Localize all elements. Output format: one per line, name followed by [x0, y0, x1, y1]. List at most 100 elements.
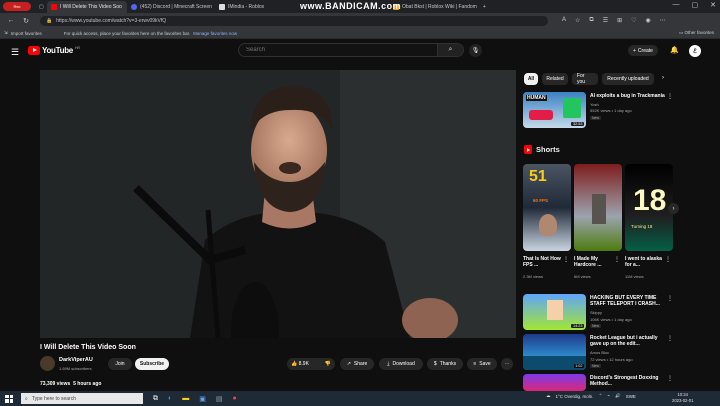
volume-icon[interactable]: 🔊: [615, 393, 621, 399]
edge-icon[interactable]: ◐: [168, 395, 172, 403]
video-item-title[interactable]: Rocket League but i actually gave up on t…: [590, 335, 666, 347]
short-thumbnail[interactable]: 51 60 FPS: [523, 164, 571, 251]
reload-icon[interactable]: ↻: [22, 17, 30, 25]
plus-icon: +: [483, 4, 486, 10]
other-favorites[interactable]: ▭ Other favorites: [679, 30, 714, 36]
channel-avatar[interactable]: [40, 356, 55, 371]
windows-start-icon[interactable]: [5, 394, 13, 403]
short-title[interactable]: I went to alaska for a...: [625, 256, 665, 268]
minimize-icon[interactable]: —: [673, 1, 680, 9]
microphone-icon[interactable]: 🎙: [469, 44, 482, 57]
bell-icon[interactable]: 🔔: [670, 46, 679, 54]
browser-toolbar-icons: A ☆ ⧉ ☰ ⊞ ♡ ◉ ⋯: [562, 17, 666, 24]
tab-roblox[interactable]: IMindia - Roblox: [215, 1, 277, 13]
kebab-menu-icon[interactable]: ⋮: [667, 295, 673, 302]
video-item-channel[interactable]: Amos Bloc: [590, 350, 609, 355]
shorts-heading: Shorts: [524, 145, 560, 154]
thanks-button[interactable]: $ Thanks: [427, 358, 463, 370]
kebab-menu-icon[interactable]: ⋮: [614, 256, 620, 263]
thumbs-up-icon: 👍: [291, 361, 299, 367]
channel-name[interactable]: DarkViperAU: [59, 357, 93, 363]
subscribe-button[interactable]: Subscribe: [135, 358, 169, 370]
thumbnail[interactable]: 14:23: [523, 294, 586, 330]
read-aloud-icon[interactable]: A: [562, 17, 566, 24]
thumbnail[interactable]: 1:02: [523, 334, 586, 370]
short-title[interactable]: I Made My Hardcore ...: [574, 256, 614, 268]
kebab-menu-icon[interactable]: ⋮: [667, 93, 673, 100]
short-thumb-number: 51: [529, 168, 547, 185]
network-icon[interactable]: ⌁: [607, 393, 610, 399]
video-item-channel[interactable]: Skippy: [590, 310, 602, 315]
thumbnail[interactable]: HUMAN 32:53: [523, 92, 586, 128]
thumbnail[interactable]: [523, 374, 586, 391]
kebab-menu-icon[interactable]: ⋮: [667, 375, 673, 382]
profile-icon[interactable]: ◉: [646, 17, 651, 24]
tab-youtube[interactable]: I Will Delete This Video Soo ✕: [47, 1, 127, 13]
file-explorer-icon[interactable]: ▬: [182, 395, 189, 403]
bandicam-icon[interactable]: ●: [232, 395, 236, 403]
avatar[interactable]: ℰ: [689, 45, 701, 57]
close-window-icon[interactable]: ✕: [710, 1, 716, 9]
windows-taskbar: ⌕ Type here to search ⧉ ◐ ▬ ▣ ▤ ● ☁ 1°C …: [0, 391, 720, 406]
search-icon[interactable]: ⌕: [437, 44, 463, 56]
favorites-icon[interactable]: ☰: [603, 17, 608, 24]
import-icon: ⇲: [4, 30, 8, 35]
like-button[interactable]: 👍 8.9K: [291, 361, 309, 367]
browser-tab-strip: Rec ▢ I Will Delete This Video Soo ✕ (45…: [0, 0, 720, 13]
chip-for-you[interactable]: For you: [572, 73, 598, 85]
chevron-right-icon[interactable]: ›: [662, 75, 664, 81]
kebab-menu-icon[interactable]: ⋮: [665, 256, 671, 263]
maximize-icon[interactable]: ▢: [692, 1, 699, 9]
chevron-up-icon[interactable]: ⌃: [599, 393, 603, 399]
video-player[interactable]: [40, 70, 516, 338]
short-thumb-sub: 60 FPS: [533, 198, 549, 203]
manage-favorites-link[interactable]: Manage favorites now: [193, 31, 237, 36]
task-view-icon[interactable]: ⧉: [153, 395, 158, 403]
menu-icon[interactable]: ☰: [11, 47, 19, 58]
shorts-next-button[interactable]: ›: [668, 203, 679, 214]
import-favorites-link[interactable]: Import favorites: [11, 31, 42, 36]
new-badge: New: [590, 116, 602, 120]
store-icon[interactable]: ▣: [199, 395, 206, 403]
thumbs-down-icon[interactable]: 👎: [325, 361, 331, 367]
sidebar-toggle[interactable]: ▢: [35, 1, 47, 13]
chevron-right-icon: ›: [672, 205, 675, 212]
youtube-logo[interactable]: YouTube HR: [28, 46, 80, 55]
kebab-menu-icon[interactable]: ⋮: [667, 335, 673, 342]
plus-icon: +: [633, 47, 636, 54]
back-icon[interactable]: ←: [7, 17, 15, 24]
create-button[interactable]: + Create: [628, 45, 658, 56]
more-actions-button[interactable]: ⋯: [501, 358, 513, 370]
window-controls: — ▢ ✕: [673, 1, 717, 9]
short-title[interactable]: That Is Not How FPS ...: [523, 256, 563, 268]
browser-essentials-icon[interactable]: ♡: [631, 17, 636, 24]
youtube-header: ☰ YouTube HR ⌕ 🎙 + Create 🔔 ℰ: [0, 39, 720, 63]
video-item-title[interactable]: Discord's Strongest Doxxing Method...: [590, 375, 666, 387]
download-button[interactable]: ⤓ Download: [379, 358, 423, 370]
url-field[interactable]: 🔒 https://www.youtube.com/watch?v=3-erwv…: [40, 15, 548, 26]
bandicam-watermark: www.BANDICAM.com: [300, 1, 402, 11]
new-tab-button[interactable]: +: [479, 1, 489, 13]
search-input[interactable]: [239, 44, 437, 56]
more-icon[interactable]: ⋯: [660, 17, 666, 24]
tab-discord[interactable]: (452) Discord | Minecraft Screen ✕: [127, 1, 215, 13]
kebab-menu-icon[interactable]: ⋮: [563, 256, 569, 263]
save-button[interactable]: ≡ Save: [467, 358, 497, 370]
chip-recently-uploaded[interactable]: Recently uploaded: [602, 73, 654, 85]
chip-all[interactable]: All: [524, 73, 538, 85]
video-item-title[interactable]: HACKING BUT EVERY TIME STAFF TELEPORT I C…: [590, 295, 666, 307]
favorite-star-icon[interactable]: ☆: [575, 17, 580, 24]
tab-fandom[interactable]: Obat Bkst | Roblox Wiki | Fandom ✕: [389, 1, 479, 13]
chip-related[interactable]: Related: [542, 73, 568, 85]
clock[interactable]: 10:34 2023-02-01: [672, 392, 693, 404]
video-item-title[interactable]: AI exploits a bug in Trackmania: [590, 93, 666, 99]
extensions-icon[interactable]: ⧉: [589, 17, 593, 24]
share-button[interactable]: ↗ Share: [340, 358, 374, 370]
app-icon[interactable]: ▤: [216, 395, 223, 403]
join-button[interactable]: Join: [108, 358, 132, 370]
collections-icon[interactable]: ⊞: [617, 17, 622, 24]
taskbar-search[interactable]: ⌕ Type here to search: [21, 393, 143, 404]
short-thumbnail[interactable]: [574, 164, 622, 251]
short-thumbnail[interactable]: 18 Turning 18: [625, 164, 673, 251]
video-item-channel[interactable]: Yosh: [590, 102, 599, 107]
